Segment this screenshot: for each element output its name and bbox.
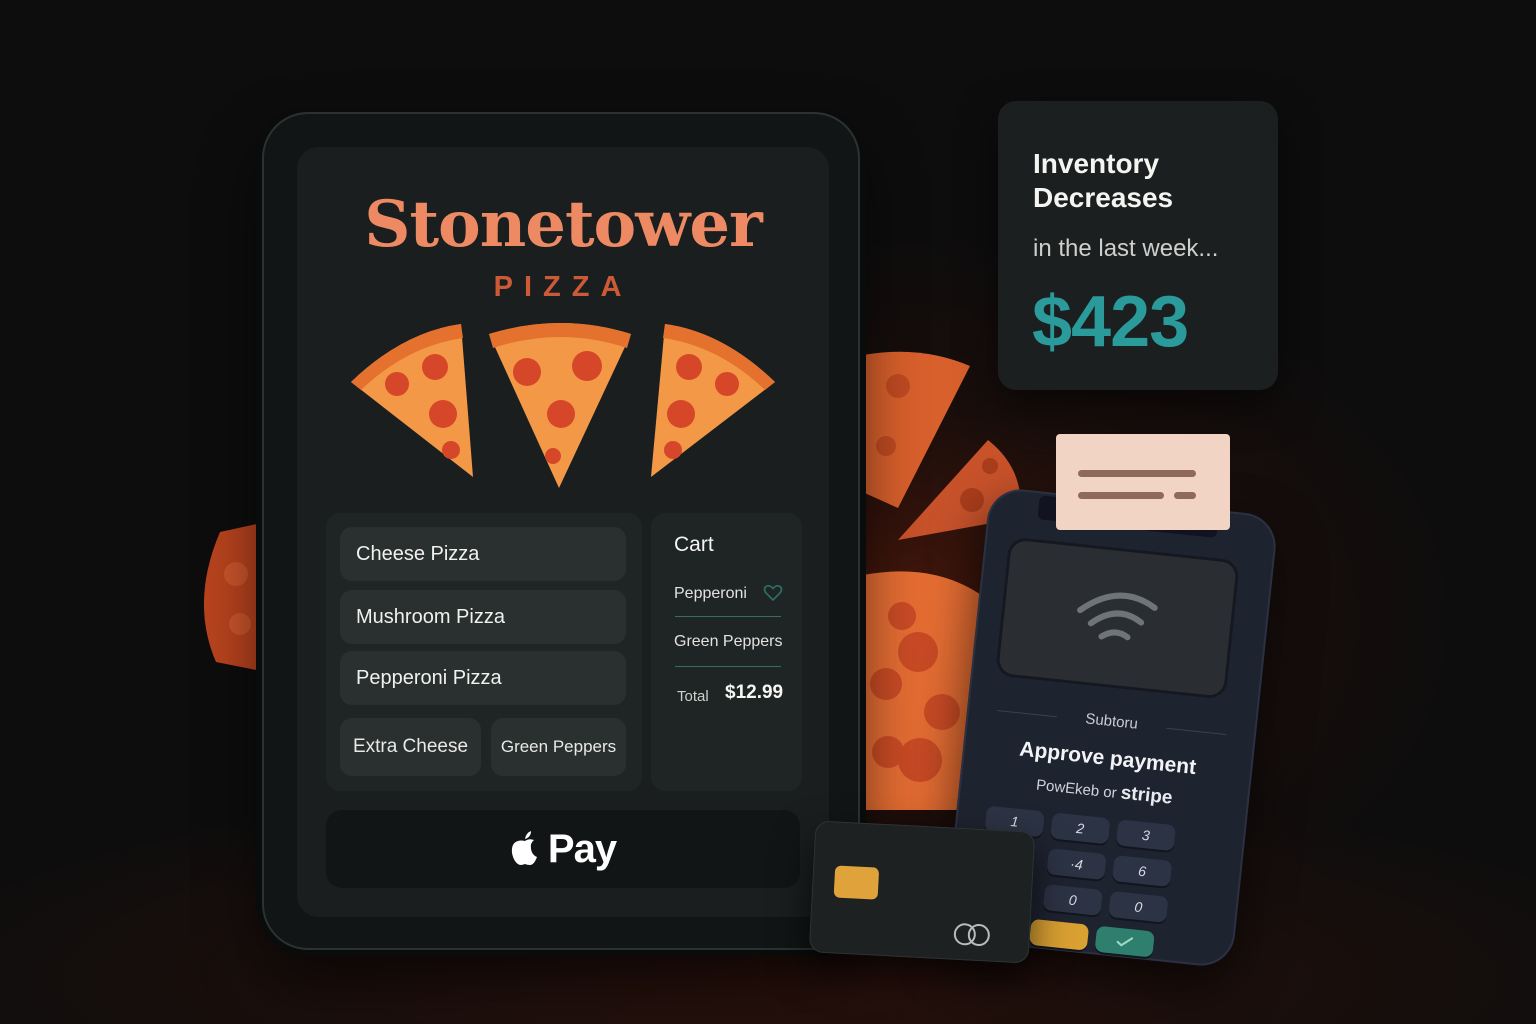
topping-label: Green Peppers	[500, 737, 617, 756]
cart-divider	[675, 616, 781, 617]
check-icon	[1116, 937, 1134, 947]
terminal-screen	[994, 536, 1241, 700]
card-network-logo-icon	[953, 923, 990, 947]
inventory-value: $423	[1032, 282, 1189, 362]
menu-item-cheese-pizza[interactable]: Cheese Pizza	[340, 527, 626, 581]
brand-subtitle: PIZZA	[493, 271, 633, 303]
pay-label: Pay	[547, 826, 617, 871]
contactless-icon	[1077, 592, 1158, 641]
keypad-key-0b[interactable]: 0	[1108, 890, 1169, 923]
menu-item-label: Cheese Pizza	[356, 542, 480, 565]
heart-icon[interactable]	[763, 583, 783, 603]
menu-item-label: Pepperoni Pizza	[356, 666, 502, 689]
menu-item-label: Mushroom Pizza	[356, 605, 505, 628]
receipt	[1056, 434, 1230, 530]
inventory-card: Inventory Decreases in the last week... …	[998, 101, 1278, 390]
credit-card[interactable]	[808, 820, 1036, 964]
menu-item-mushroom-pizza[interactable]: Mushroom Pizza	[340, 590, 626, 644]
keypad-key-0[interactable]: 0	[1042, 883, 1103, 916]
topping-label: Extra Cheese	[352, 736, 469, 757]
pizza-slices-icon	[351, 323, 775, 488]
keypad-key-4[interactable]: ·4	[1046, 848, 1107, 881]
background-pizza-left-icon	[203, 522, 266, 672]
apple-pay-button[interactable]: Pay	[326, 810, 800, 888]
topping-extra-cheese-button[interactable]: Extra Cheese	[340, 718, 481, 776]
inventory-subtitle: in the last week...	[1033, 235, 1219, 262]
cart-divider	[675, 666, 781, 667]
total-label: Total	[677, 688, 709, 705]
clear-key[interactable]	[1028, 918, 1090, 951]
cart-panel: Cart Pepperoni Green Peppers Total $12.9…	[651, 513, 802, 791]
confirm-key[interactable]	[1094, 925, 1155, 958]
topping-green-peppers-button[interactable]: Green Peppers	[491, 718, 626, 776]
brand-title: Stonetower	[364, 187, 763, 262]
stripe-logo: stripe	[1119, 782, 1174, 809]
total-value: $12.99	[725, 682, 784, 703]
keypad-key-2[interactable]: 2	[1050, 812, 1111, 845]
receipt-line	[1174, 492, 1196, 499]
scene: Stonetower PIZZA Cheese Pizza Mushroom P…	[0, 0, 1536, 1024]
receipt-line	[1078, 492, 1164, 499]
cart-title: Cart	[674, 533, 714, 556]
keypad-key-3[interactable]: 3	[1115, 819, 1177, 852]
menu-panel: Cheese Pizza Mushroom Pizza Pepperoni Pi…	[326, 513, 642, 791]
menu-item-pepperoni-pizza[interactable]: Pepperoni Pizza	[340, 651, 626, 705]
apple-icon	[511, 831, 537, 865]
cart-item-pepperoni[interactable]: Pepperoni	[674, 585, 747, 603]
powered-prefix: PowEkeb or	[1035, 776, 1118, 802]
keypad-key-6[interactable]: 6	[1111, 855, 1173, 888]
tablet-device: Stonetower PIZZA Cheese Pizza Mushroom P…	[262, 112, 860, 950]
kiosk-screen: Stonetower PIZZA Cheese Pizza Mushroom P…	[297, 147, 829, 917]
cart-item-green-peppers[interactable]: Green Peppers	[674, 633, 783, 651]
receipt-line	[1078, 470, 1196, 477]
inventory-title: Inventory Decreases	[1033, 148, 1174, 213]
card-chip-icon	[833, 865, 880, 900]
